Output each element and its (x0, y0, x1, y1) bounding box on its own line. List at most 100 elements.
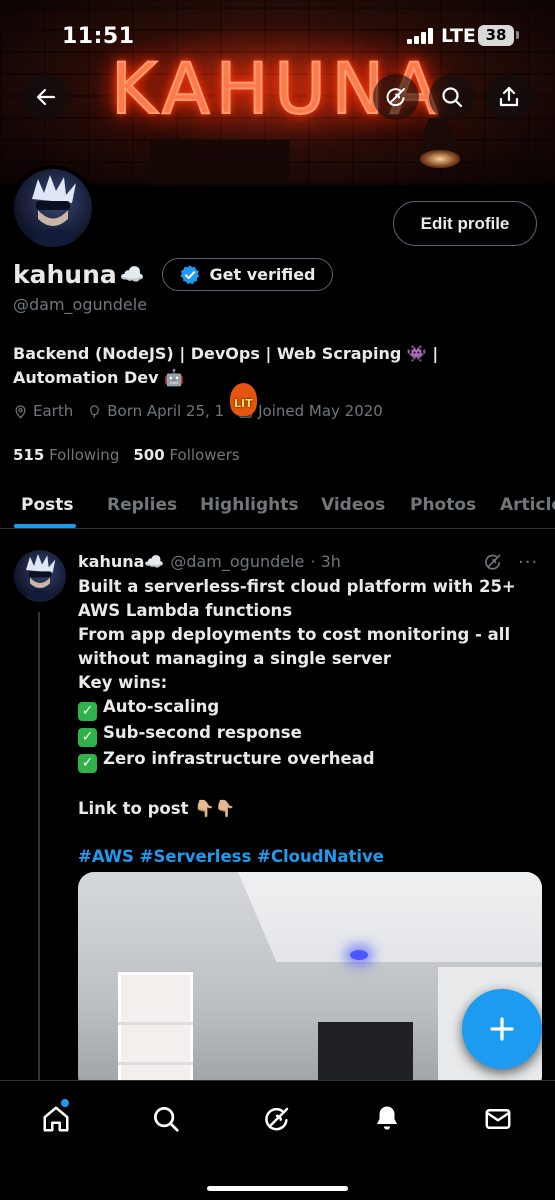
bottom-nav (0, 1080, 555, 1200)
profile-meta: Earth Born April 25, 1 Joined May 2020 (13, 402, 383, 420)
lit-fire-badge: LIT (230, 383, 257, 416)
get-verified-label: Get verified (209, 265, 316, 284)
arrow-left-icon (36, 88, 56, 106)
win-item: ✓ Auto-scaling (78, 695, 543, 721)
follow-counts: 515 Following 500 Followers (13, 446, 240, 464)
avatar-illustration (23, 554, 57, 602)
win-text: Zero infrastructure overhead (103, 749, 375, 768)
search-icon (154, 1107, 179, 1132)
post-time: · 3h (310, 552, 341, 571)
post-more-icon[interactable]: ··· (518, 552, 538, 573)
bio-line: Automation Dev 🤖 (13, 368, 185, 387)
edit-profile-button[interactable]: Edit profile (393, 201, 537, 246)
location-item: Earth (13, 402, 73, 420)
tab-posts[interactable]: Posts (21, 495, 74, 515)
post-line: AWS Lambda functions (78, 601, 293, 620)
image-shelf-divider (118, 1062, 193, 1065)
verified-badge-icon (180, 264, 200, 284)
banner-shelf (150, 140, 290, 185)
post-hashtags[interactable]: #AWS #Serverless #CloudNative (78, 845, 543, 869)
born-text: Born April 25, 1 (107, 402, 225, 420)
post-header: kahuna☁️ @dam_ogundele · 3h (78, 552, 341, 571)
image-shelf-divider (118, 1022, 193, 1025)
win-text: Sub-second response (103, 723, 302, 742)
search-icon (442, 87, 463, 108)
post-line: From app deployments to cost monitoring … (78, 625, 511, 644)
home-indicator (207, 1186, 348, 1191)
home-icon (43, 1106, 69, 1132)
following-link[interactable]: 515 Following (13, 446, 119, 464)
tab-highlights[interactable]: Highlights (200, 495, 299, 515)
profile-tabs: Posts Replies Highlights Videos Photos A… (0, 483, 555, 529)
network-label: LTE (441, 25, 476, 47)
search-button[interactable] (429, 74, 475, 120)
check-icon: ✓ (78, 702, 97, 721)
following-label: Following (49, 446, 120, 464)
win-text: Auto-scaling (103, 697, 220, 716)
back-button[interactable] (23, 74, 69, 120)
following-count: 515 (13, 446, 45, 464)
location-text: Earth (33, 402, 74, 420)
post-image[interactable] (78, 872, 542, 1092)
share-button[interactable] (486, 74, 532, 120)
nav-notifications[interactable] (371, 1103, 403, 1135)
status-time: 11:51 (62, 24, 135, 49)
image-shelf (118, 972, 193, 1092)
nav-messages[interactable] (482, 1103, 514, 1135)
compose-post-button[interactable] (462, 989, 542, 1069)
tab-videos[interactable]: Videos (321, 495, 385, 515)
image-ceiling (238, 872, 542, 962)
post-author-name[interactable]: kahuna☁️ (78, 552, 164, 571)
post-text: Built a serverless-first cloud platform … (78, 575, 543, 869)
post-avatar[interactable] (14, 550, 66, 602)
grok-button[interactable] (373, 74, 419, 120)
display-name: kahuna (13, 259, 117, 289)
nav-home[interactable] (40, 1103, 72, 1135)
location-pin-icon (15, 404, 26, 419)
image-ceiling-light (350, 950, 368, 960)
bio-line: Backend (NodeJS) | DevOps | Web Scraping… (13, 344, 439, 363)
post-line: Built a serverless-first cloud platform … (78, 577, 516, 596)
avatar[interactable] (10, 165, 96, 251)
joined-item: Joined May 2020 (238, 402, 383, 420)
win-item: ✓ Sub-second response (78, 721, 543, 747)
plus-icon (490, 1017, 514, 1041)
avatar-illustration (28, 175, 78, 247)
check-icon: ✓ (78, 728, 97, 747)
battery-icon: 38 (478, 25, 514, 46)
lamp-glow (420, 150, 460, 168)
cloud-emoji: ☁️ (119, 262, 145, 286)
post-link-line: Link to post 👇🏼👇🏼 (78, 799, 236, 818)
home-notification-dot (61, 1099, 69, 1107)
post-line: without managing a single server (78, 649, 391, 668)
post-line: Key wins: (78, 673, 168, 692)
check-icon: ✓ (78, 754, 97, 773)
status-bar: 11:51 LTE 38 (0, 0, 555, 70)
mail-icon (485, 1109, 511, 1129)
tab-articles[interactable]: Article (500, 495, 555, 515)
battery-level: 38 (485, 26, 507, 44)
followers-count: 500 (133, 446, 165, 464)
bell-icon (377, 1106, 397, 1130)
post-author-handle[interactable]: @dam_ogundele (170, 552, 304, 571)
followers-link[interactable]: 500 Followers (133, 446, 239, 464)
thread-line (38, 612, 40, 1082)
tab-replies[interactable]: Replies (107, 495, 177, 515)
signal-icon (407, 28, 435, 44)
get-verified-button[interactable]: Get verified (162, 258, 333, 291)
display-name-row: kahuna ☁️ (13, 256, 145, 292)
tab-photos[interactable]: Photos (410, 495, 476, 515)
grok-icon (386, 88, 405, 107)
battery-tip (516, 31, 519, 39)
win-item: ✓ Zero infrastructure overhead (78, 747, 543, 773)
born-item: Born April 25, 1 (87, 402, 224, 420)
nav-grok[interactable] (261, 1103, 293, 1135)
nav-search[interactable] (150, 1103, 182, 1135)
profile-bio: Backend (NodeJS) | DevOps | Web Scraping… (13, 342, 533, 390)
joined-text: Joined May 2020 (258, 402, 383, 420)
active-tab-indicator (14, 524, 76, 528)
profile-handle: @dam_ogundele (13, 295, 148, 314)
grok-icon[interactable] (483, 552, 503, 572)
share-icon (499, 86, 519, 107)
followers-label: Followers (169, 446, 240, 464)
